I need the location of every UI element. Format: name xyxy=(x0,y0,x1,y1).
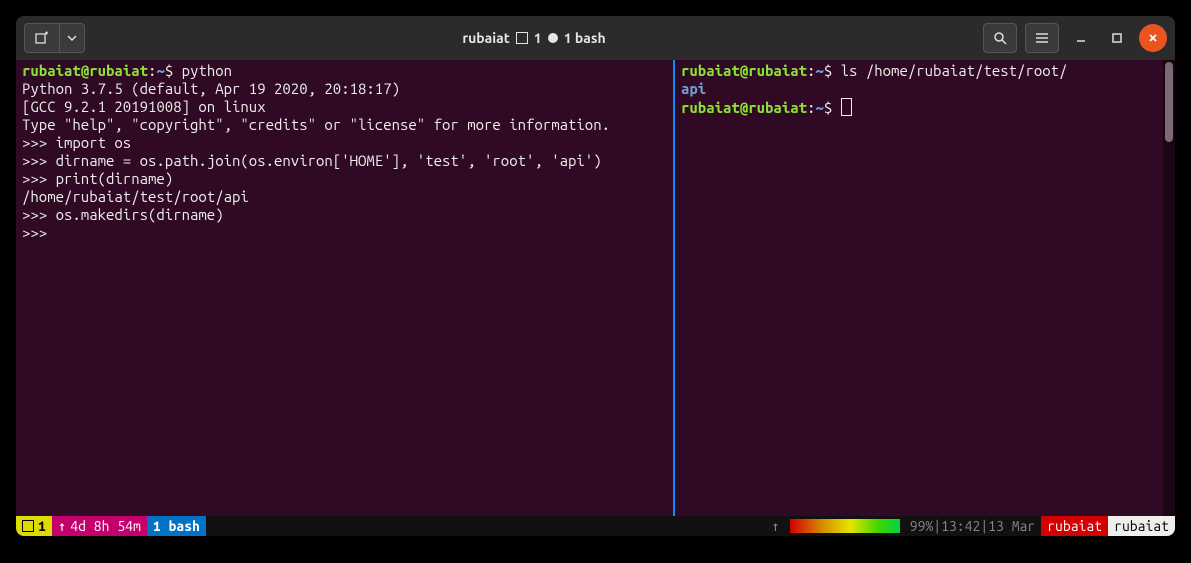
status-battery: 99% | 13:42 | 13 Mar xyxy=(904,516,1041,536)
prompt-dollar: $ xyxy=(824,62,841,79)
status-window[interactable]: 1 bash xyxy=(147,516,206,536)
status-session: 1 xyxy=(16,516,52,536)
right-pane[interactable]: rubaiat@rubaiat:~$ ls /home/rubaiat/test… xyxy=(675,60,1175,516)
date-text: 13 Mar xyxy=(988,516,1035,536)
repl-import: >>> import os xyxy=(22,134,131,151)
scroll-thumb[interactable] xyxy=(1165,62,1173,142)
prompt-user: rubaiat xyxy=(22,62,81,79)
prompt-host: rubaiat xyxy=(748,62,807,79)
uptime-arrow-icon: ↑ xyxy=(58,516,66,536)
status-host-red: rubaiat xyxy=(1041,516,1108,536)
new-tab-icon xyxy=(35,31,49,45)
prompt-user: rubaiat xyxy=(681,62,740,79)
status-uptime: ↑ 4d 8h 54m xyxy=(52,516,147,536)
title-square-icon xyxy=(516,32,528,44)
minimize-icon xyxy=(1075,32,1087,44)
titlebar: rubaiat 1 1 bash xyxy=(16,16,1175,60)
help-line: Type "help", "copyright", "credits" or "… xyxy=(22,116,610,133)
prompt-at: @ xyxy=(81,62,89,79)
prompt-path: ~ xyxy=(156,62,164,79)
maximize-button[interactable] xyxy=(1103,24,1131,52)
close-icon xyxy=(1147,32,1159,44)
session-number: 1 xyxy=(38,516,46,536)
cursor xyxy=(841,98,852,116)
window-label: 1 bash xyxy=(153,516,200,536)
left-pane[interactable]: rubaiat@rubaiat:~$ python Python 3.7.5 (… xyxy=(16,60,675,516)
close-button[interactable] xyxy=(1139,24,1167,52)
status-arrow: ↑ xyxy=(765,516,785,536)
title-circle-icon xyxy=(548,33,558,43)
maximize-icon xyxy=(1111,32,1123,44)
prompt-path: ~ xyxy=(815,99,823,116)
prompt-dollar: $ xyxy=(824,99,841,116)
arrow-up-icon: ↑ xyxy=(771,516,779,536)
uptime-text: 4d 8h 54m xyxy=(70,516,141,536)
titlebar-right xyxy=(983,23,1167,53)
new-tab-button[interactable] xyxy=(24,23,60,53)
repl-dirname: >>> dirname = os.path.join(os.environ['H… xyxy=(22,152,602,169)
repl-output-path: /home/rubaiat/test/root/api xyxy=(22,188,249,205)
tmux-statusbar: 1 ↑ 4d 8h 54m 1 bash ↑ 99% | 13:42 | 13 … xyxy=(16,516,1175,536)
prompt-at: @ xyxy=(740,62,748,79)
window-title: rubaiat 1 1 bash xyxy=(85,30,983,46)
prompt-dollar: $ xyxy=(165,62,182,79)
sep2: | xyxy=(980,516,988,536)
terminal-area: rubaiat@rubaiat:~$ python Python 3.7.5 (… xyxy=(16,60,1175,516)
cmd-ls: ls /home/rubaiat/test/root/ xyxy=(841,62,1068,79)
minimize-button[interactable] xyxy=(1067,24,1095,52)
terminal-window: rubaiat 1 1 bash xyxy=(16,16,1175,536)
menu-button[interactable] xyxy=(1025,23,1059,53)
prompt-path: ~ xyxy=(815,62,823,79)
search-button[interactable] xyxy=(983,23,1017,53)
repl-print: >>> print(dirname) xyxy=(22,170,173,187)
sep1: | xyxy=(933,516,941,536)
title-prefix: rubaiat xyxy=(462,30,509,46)
new-tab-split-button[interactable] xyxy=(24,23,85,53)
cmd-python: python xyxy=(182,62,232,79)
ls-output: api xyxy=(681,80,706,97)
prompt-host: rubaiat xyxy=(748,99,807,116)
host2: rubaiat xyxy=(1114,516,1169,536)
time-text: 13:42 xyxy=(941,516,980,536)
hamburger-icon xyxy=(1035,32,1049,44)
search-icon xyxy=(993,31,1007,45)
host1: rubaiat xyxy=(1047,516,1102,536)
title-num1: 1 xyxy=(534,30,542,46)
repl-prompt: >>> xyxy=(22,224,56,241)
scrollbar[interactable] xyxy=(1163,60,1175,516)
status-spacer xyxy=(206,516,765,536)
chevron-down-icon xyxy=(67,35,77,41)
python-version: Python 3.7.5 (default, Apr 19 2020, 20:1… xyxy=(22,80,400,97)
new-tab-dropdown[interactable] xyxy=(60,23,85,53)
battery-gradient xyxy=(790,519,900,533)
prompt-user: rubaiat xyxy=(681,99,740,116)
session-square-icon xyxy=(22,520,34,532)
prompt-host: rubaiat xyxy=(89,62,148,79)
titlebar-left xyxy=(24,23,85,53)
prompt-at: @ xyxy=(740,99,748,116)
repl-makedirs: >>> os.makedirs(dirname) xyxy=(22,206,224,223)
title-num2: 1 bash xyxy=(564,30,606,46)
battery-percent: 99% xyxy=(910,516,934,536)
status-host-white: rubaiat xyxy=(1108,516,1175,536)
gcc-line: [GCC 9.2.1 20191008] on linux xyxy=(22,98,266,115)
